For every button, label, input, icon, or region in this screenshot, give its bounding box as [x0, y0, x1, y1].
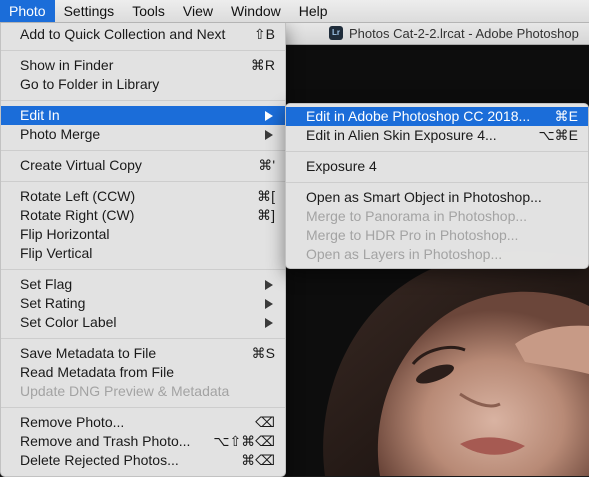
submenu-item-open-as-layers: Open as Layers in Photoshop...: [306, 246, 503, 262]
menu-item-show-in-finder[interactable]: Show in Finder ⌘R: [1, 56, 285, 75]
separator: [1, 401, 285, 413]
shortcut: ⌘': [258, 157, 275, 173]
menu-item-edit-in[interactable]: Edit In: [1, 106, 285, 125]
menu-photo[interactable]: Photo: [0, 0, 55, 22]
shortcut: ⌥⇧⌘⌫: [213, 433, 275, 449]
separator: [1, 175, 285, 187]
separator: [286, 145, 588, 157]
menu-window[interactable]: Window: [222, 0, 290, 22]
window-titlebar: Lr Photos Cat-2-2.lrcat - Adobe Photosho…: [285, 22, 589, 45]
menu-item-flip-horizontal[interactable]: Flip Horizontal: [1, 225, 285, 244]
submenu-arrow-icon: [265, 280, 273, 290]
menu-item-photo-merge[interactable]: Photo Merge: [1, 125, 285, 144]
lightroom-app-icon: Lr: [329, 26, 343, 40]
photo-menu: Add to Quick Collection and Next ⇧B Show…: [0, 22, 286, 477]
menu-item-create-virtual-copy[interactable]: Create Virtual Copy ⌘': [1, 156, 285, 175]
separator: [1, 44, 285, 56]
separator: [1, 144, 285, 156]
menu-item-set-color-label[interactable]: Set Color Label: [1, 313, 285, 332]
menu-item-read-metadata[interactable]: Read Metadata from File: [1, 363, 285, 382]
edit-in-submenu: Edit in Adobe Photoshop CC 2018... ⌘E Ed…: [285, 103, 589, 269]
submenu-arrow-icon: [265, 299, 273, 309]
menu-item-set-flag[interactable]: Set Flag: [1, 275, 285, 294]
shortcut: ⌘R: [250, 57, 275, 73]
separator: [1, 332, 285, 344]
shortcut: ⌥⌘E: [538, 127, 578, 143]
menu-item-save-metadata[interactable]: Save Metadata to File ⌘S: [1, 344, 285, 363]
shortcut: ⌘[: [257, 188, 275, 204]
shortcut: ⌘⌫: [241, 452, 275, 468]
submenu-arrow-icon: [265, 130, 273, 140]
menu-item-rotate-right[interactable]: Rotate Right (CW) ⌘]: [1, 206, 285, 225]
shortcut: ⇧B: [253, 26, 275, 42]
shortcut: ⌘S: [251, 345, 275, 361]
separator: [286, 176, 588, 188]
shortcut: ⌫: [255, 414, 275, 430]
submenu-item-edit-photoshop[interactable]: Edit in Adobe Photoshop CC 2018... ⌘E: [286, 107, 588, 126]
menu-help[interactable]: Help: [290, 0, 337, 22]
menu-item-update-dng: Update DNG Preview & Metadata: [20, 383, 230, 399]
menu-item-remove-and-trash[interactable]: Remove and Trash Photo... ⌥⇧⌘⌫: [1, 432, 285, 451]
submenu-item-merge-panorama: Merge to Panorama in Photoshop...: [306, 208, 528, 224]
submenu-item-smart-object[interactable]: Open as Smart Object in Photoshop...: [286, 188, 588, 207]
menu-item-set-rating[interactable]: Set Rating: [1, 294, 285, 313]
separator: [1, 94, 285, 106]
menu-item-remove-photo[interactable]: Remove Photo... ⌫: [1, 413, 285, 432]
submenu-item-edit-alien-skin[interactable]: Edit in Alien Skin Exposure 4... ⌥⌘E: [286, 126, 588, 145]
menu-settings[interactable]: Settings: [55, 0, 124, 22]
submenu-arrow-icon: [265, 111, 273, 121]
menu-bar: Photo Settings Tools View Window Help: [0, 0, 589, 23]
menu-item-go-to-folder[interactable]: Go to Folder in Library: [1, 75, 285, 94]
menu-item-flip-vertical[interactable]: Flip Vertical: [1, 244, 285, 263]
menu-view[interactable]: View: [174, 0, 222, 22]
submenu-item-merge-hdr: Merge to HDR Pro in Photoshop...: [306, 227, 519, 243]
separator: [1, 263, 285, 275]
submenu-item-exposure-4[interactable]: Exposure 4: [286, 157, 588, 176]
submenu-arrow-icon: [265, 318, 273, 328]
menu-item-add-quick-collection[interactable]: Add to Quick Collection and Next ⇧B: [1, 25, 285, 44]
menu-item-delete-rejected[interactable]: Delete Rejected Photos... ⌘⌫: [1, 451, 285, 470]
window-title: Photos Cat-2-2.lrcat - Adobe Photoshop: [349, 25, 579, 41]
shortcut: ⌘E: [554, 108, 578, 124]
menu-tools[interactable]: Tools: [123, 0, 174, 22]
menu-item-rotate-left[interactable]: Rotate Left (CCW) ⌘[: [1, 187, 285, 206]
shortcut: ⌘]: [257, 207, 275, 223]
